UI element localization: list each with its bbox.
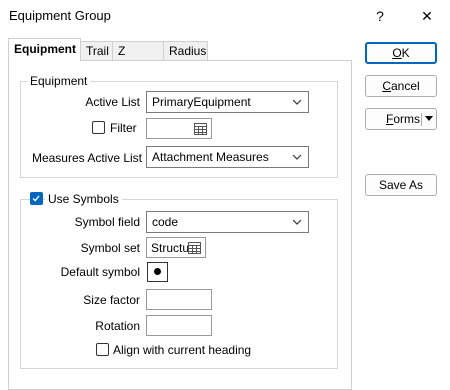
close-icon: ✕ (421, 7, 433, 24)
window-title: Equipment Group (9, 8, 111, 23)
default-symbol-label: Default symbol (60, 265, 140, 279)
tab-z-values[interactable]: Z Values (112, 41, 164, 77)
align-heading-label: Align with current heading (113, 343, 252, 357)
forms-label: orms (393, 112, 421, 126)
measures-active-list-select[interactable]: Attachment Measures (146, 146, 309, 168)
filter-label: Filter (110, 121, 137, 135)
rotation-input[interactable] (146, 315, 212, 336)
tab-trail[interactable]: Trail (80, 41, 113, 60)
filter-picker[interactable] (146, 118, 212, 139)
title-bar: Equipment Group ? ✕ (0, 0, 450, 32)
tab-equipment[interactable]: Equipment (8, 38, 81, 61)
symbol-field-value: code (152, 215, 179, 229)
table-icon[interactable] (194, 123, 207, 135)
active-list-value: PrimaryEquipment (152, 95, 251, 109)
active-list-label: Active List (85, 95, 140, 109)
table-icon[interactable] (188, 242, 201, 254)
help-icon: ? (376, 8, 384, 24)
measures-active-list-value: Attachment Measures (152, 150, 269, 164)
cancel-label: ancel (390, 79, 420, 93)
filter-checkbox[interactable] (92, 121, 105, 134)
symbol-set-picker[interactable]: Structu (146, 237, 206, 258)
active-list-select[interactable]: PrimaryEquipment (146, 91, 309, 113)
filled-circle-symbol-icon (154, 268, 161, 275)
tab-radius[interactable]: Radius (163, 41, 208, 60)
save-as-button[interactable]: Save As (365, 174, 437, 196)
close-button[interactable]: ✕ (405, 0, 449, 32)
symbol-set-label: Symbol set (80, 241, 140, 255)
ok-mnemonic: O (392, 46, 402, 60)
ok-label: K (401, 46, 410, 60)
measures-active-list-label: Measures Active List (31, 151, 142, 165)
caret-down-icon[interactable] (425, 116, 433, 121)
use-symbols-label: Use Symbols (45, 192, 122, 206)
use-symbols-checkbox[interactable] (30, 192, 43, 205)
symbol-set-value: Structu (151, 241, 189, 255)
default-symbol-button[interactable] (147, 262, 168, 282)
chevron-down-icon (292, 219, 302, 225)
rotation-label: Rotation (95, 319, 140, 333)
help-button[interactable]: ? (358, 0, 402, 32)
ok-button[interactable]: OK (365, 42, 437, 64)
split-divider (421, 113, 422, 126)
size-factor-input[interactable] (146, 289, 212, 310)
forms-split-button[interactable]: Forms (365, 108, 437, 130)
cancel-button[interactable]: Cancel (365, 75, 437, 97)
cancel-mnemonic: C (382, 79, 391, 93)
chevron-down-icon (292, 154, 302, 160)
symbol-field-label: Symbol field (74, 215, 140, 229)
equipment-group-label: Equipment (27, 74, 91, 88)
checkmark-icon (32, 195, 40, 202)
symbol-field-select[interactable]: code (146, 211, 309, 233)
chevron-down-icon (292, 99, 302, 105)
align-heading-checkbox[interactable] (96, 343, 109, 356)
size-factor-label: Size factor (83, 293, 140, 307)
